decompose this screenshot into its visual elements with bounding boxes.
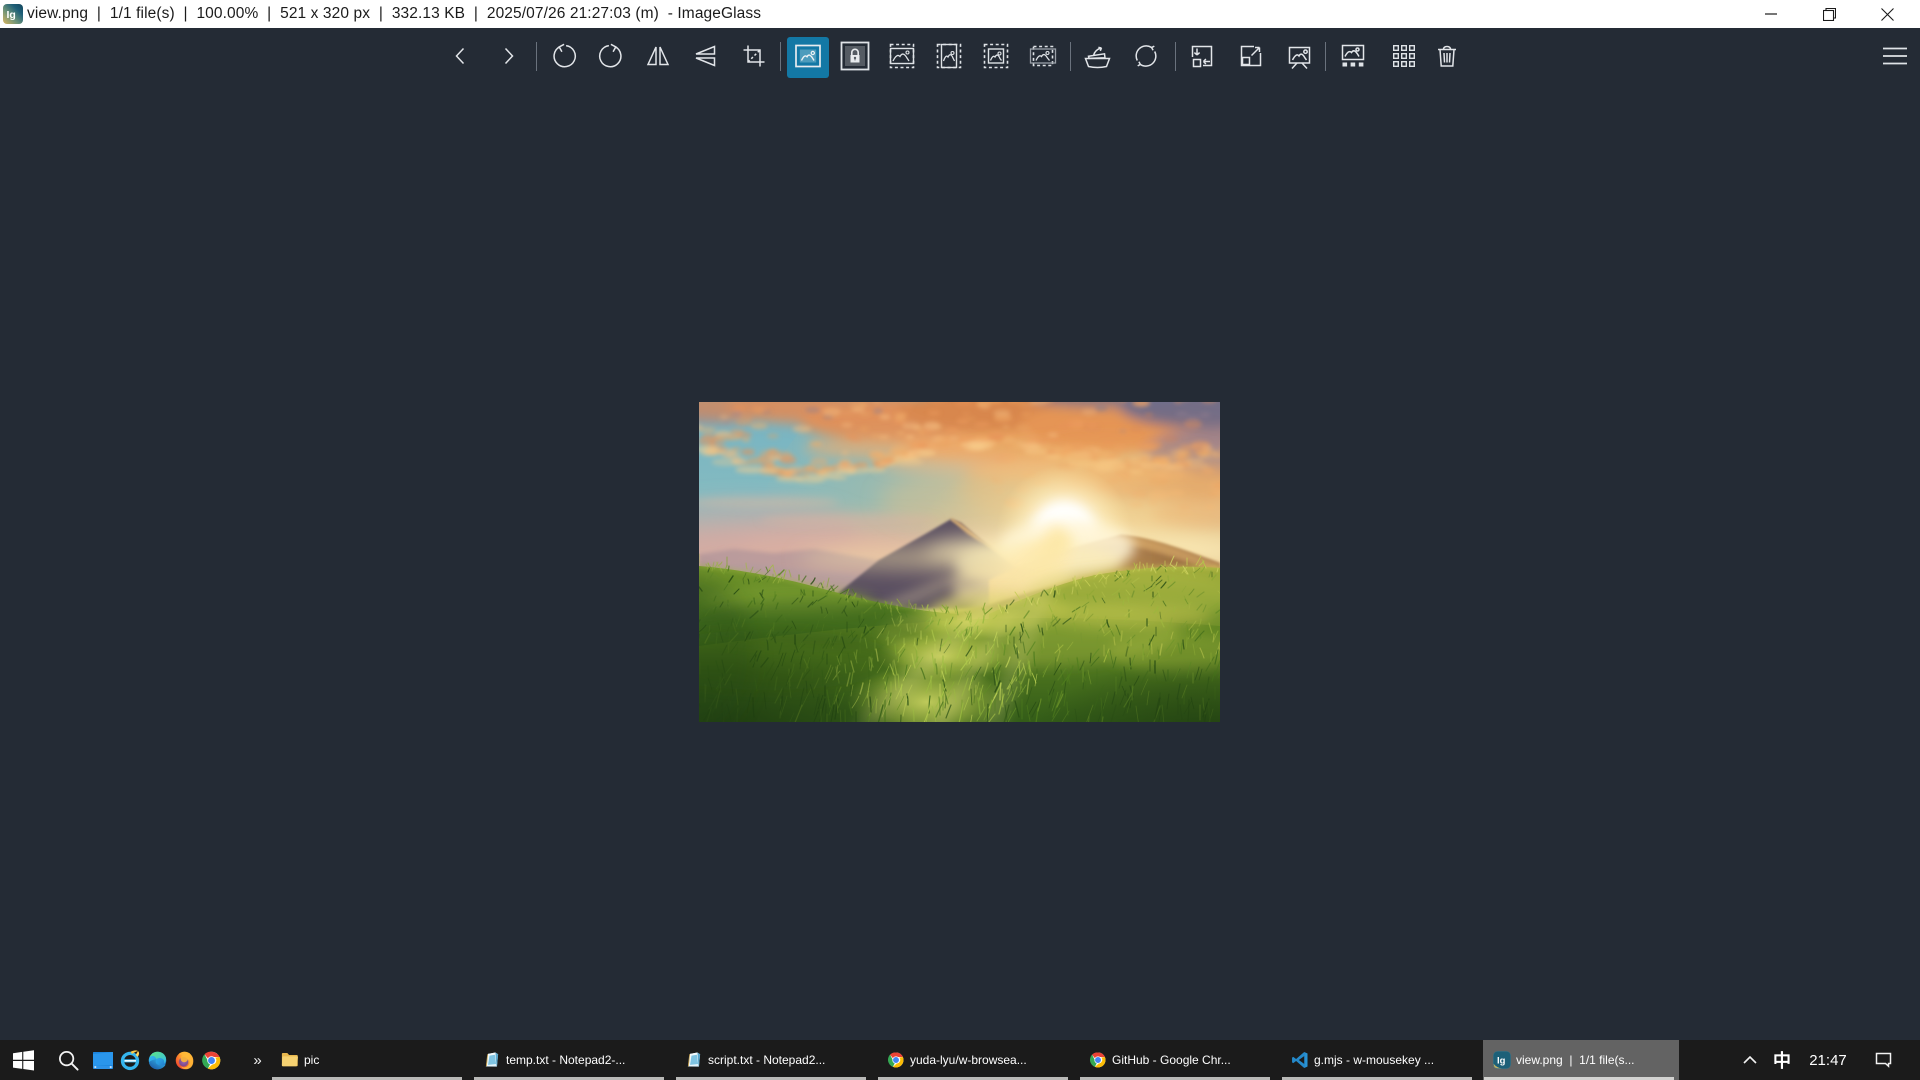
svg-text:Ig: Ig (7, 9, 16, 21)
svg-text:Ig: Ig (1497, 1056, 1506, 1067)
